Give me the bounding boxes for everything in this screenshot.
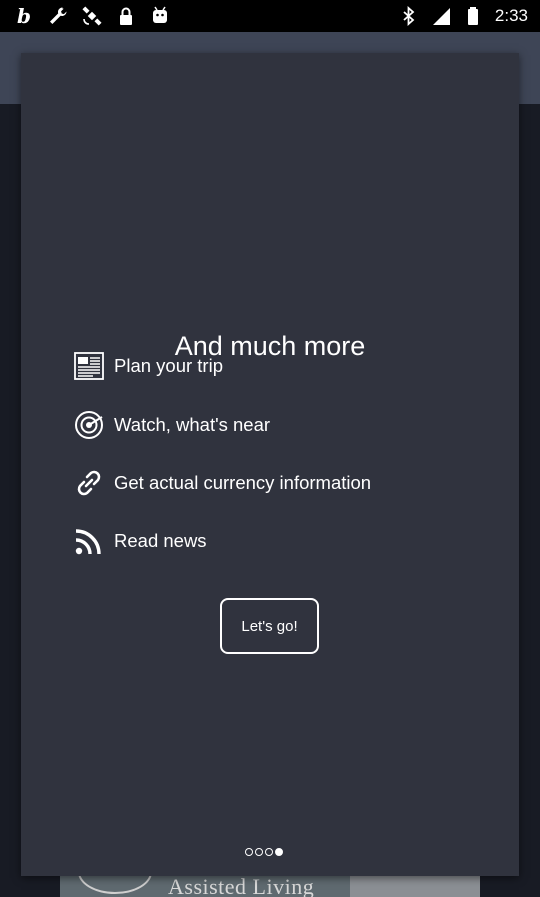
newspaper-icon xyxy=(73,350,105,382)
page-indicator xyxy=(245,848,283,856)
lets-go-button[interactable]: Let's go! xyxy=(220,598,319,654)
signal-icon xyxy=(431,6,451,26)
feature-label: Plan your trip xyxy=(114,355,223,376)
feature-label: Get actual currency information xyxy=(114,472,372,493)
bluetooth-icon xyxy=(399,6,419,26)
feature-currency: Get actual currency information xyxy=(73,466,371,500)
battery-icon xyxy=(463,6,483,26)
onboarding-dialog: And much more Plan your trip Watch, what… xyxy=(21,53,519,876)
rss-icon xyxy=(73,525,105,557)
page-dot[interactable] xyxy=(255,848,263,856)
lock-icon xyxy=(116,6,136,26)
android-icon xyxy=(150,6,170,26)
system-icons: 2:33 xyxy=(399,6,540,26)
feature-label: Watch, what's near xyxy=(114,414,271,435)
notification-icons: b xyxy=(0,6,170,26)
ad-text: Assisted Living xyxy=(168,874,315,897)
radar-icon xyxy=(73,409,105,441)
feature-label: Read news xyxy=(114,530,207,551)
feature-plan-trip: Plan your trip xyxy=(73,349,223,383)
wrench-icon xyxy=(48,6,68,26)
clock: 2:33 xyxy=(494,6,528,25)
status-bar: b 2:33 xyxy=(0,0,540,32)
satellite-icon xyxy=(82,6,102,26)
b-app-icon: b xyxy=(17,4,31,28)
page-dot[interactable] xyxy=(265,848,273,856)
page-dot[interactable] xyxy=(245,848,253,856)
link-icon xyxy=(73,467,105,499)
feature-news: Read news xyxy=(73,524,207,558)
page-dot-active[interactable] xyxy=(275,848,283,856)
feature-watch-near: Watch, what's near xyxy=(73,408,270,442)
